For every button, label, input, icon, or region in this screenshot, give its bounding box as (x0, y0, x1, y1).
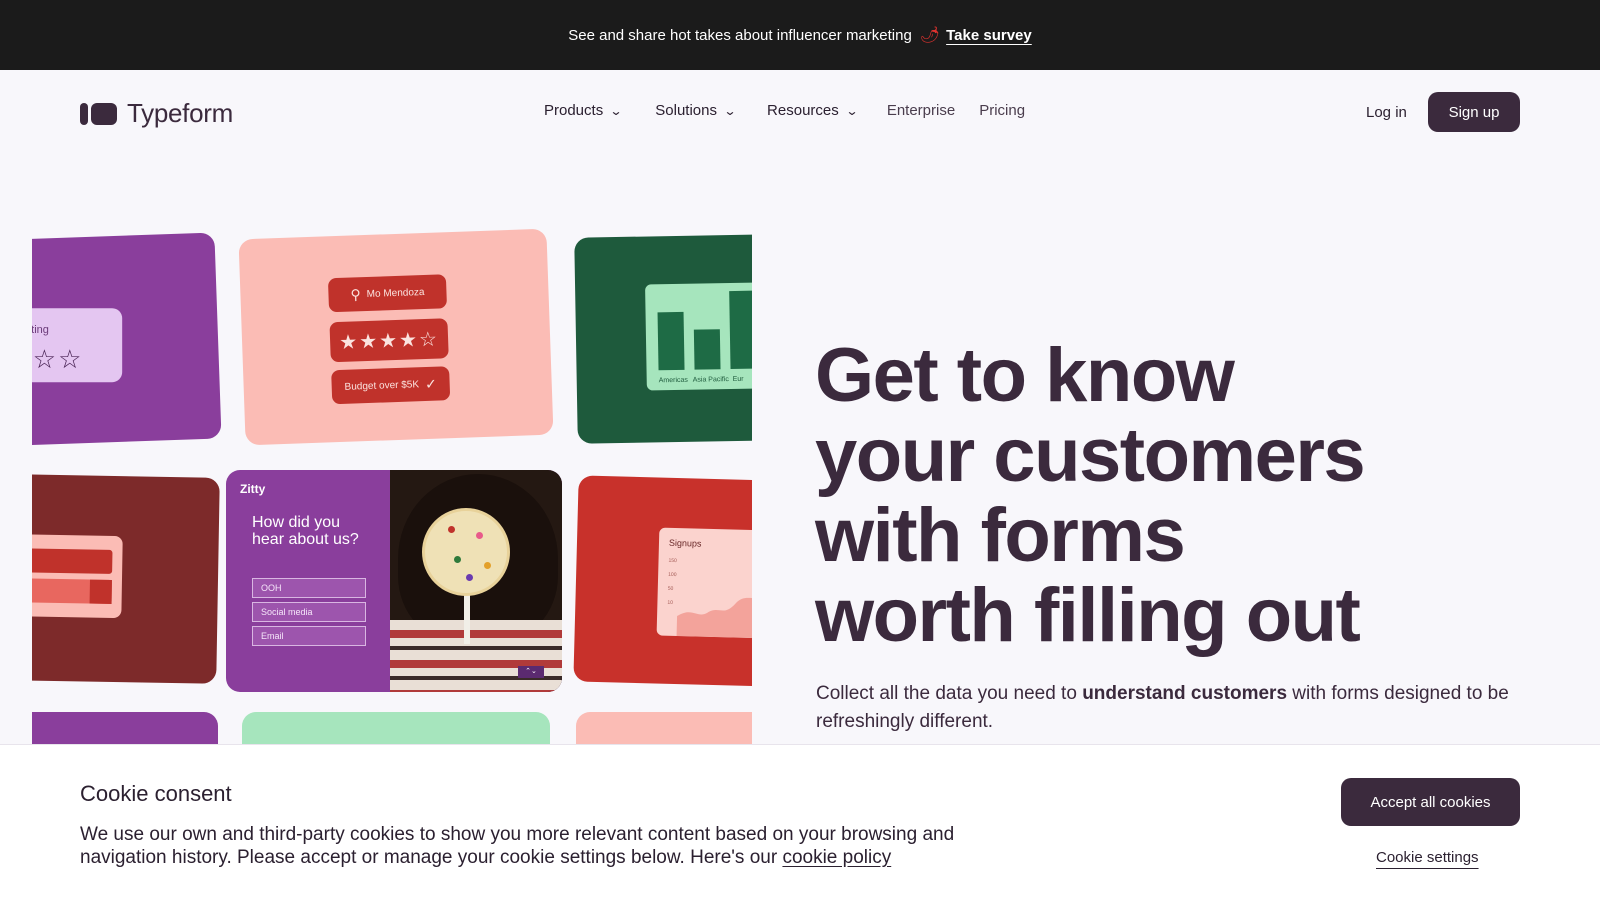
chevron-down-icon: ⌄ (845, 103, 859, 118)
signups-tick: 150 (668, 557, 677, 565)
nav-solutions-label: Solutions (655, 102, 717, 119)
cookie-consent-bar: Cookie consent We use our own and third-… (0, 744, 1600, 900)
chevron-down-icon: ⌄ (609, 103, 623, 118)
chart-axis-label: Americas (658, 376, 688, 385)
survey-option: Email (252, 626, 366, 646)
chart-axis-label: Eur (732, 375, 744, 384)
survey-brand: Zitty (240, 482, 266, 496)
typeform-logo-icon (80, 102, 117, 125)
survey-photo: ⌃⌄ (390, 470, 562, 692)
chart-bar (729, 290, 752, 370)
chart-bar (693, 329, 721, 370)
cookie-consent-title: Cookie consent (80, 781, 232, 806)
hero-collage: erage rating ★★☆☆ ⚲ Mo Mendoza ★★★★☆ Bud… (32, 220, 752, 746)
stars-pill-value: ★★★★☆ (338, 328, 440, 354)
budget-pill-label: Budget over $5K (344, 378, 420, 393)
contact-pill: ⚲ Mo Mendoza (327, 274, 448, 313)
signups-area-chart (676, 582, 752, 639)
chevron-down-icon: ⌄ (723, 103, 737, 118)
hero-headline-line: your customers (815, 413, 1366, 498)
collage-tile (32, 712, 218, 746)
collage-tile (242, 712, 550, 746)
contact-name: Mo Mendoza (366, 286, 425, 300)
survey-form: Zitty How did you hear about us? OOH Soc… (226, 470, 390, 692)
hero-headline-line: Get to know (815, 333, 1235, 418)
chart-bar (657, 311, 685, 371)
budget-pill: Budget over $5K ✓ (331, 366, 451, 405)
nav-enterprise[interactable]: Enterprise (887, 102, 955, 119)
nav-products-label: Products (544, 102, 604, 119)
bar-row (32, 548, 113, 574)
cookie-policy-link[interactable]: cookie policy (782, 847, 891, 868)
typeform-logo[interactable]: Typeform (80, 98, 233, 129)
cookie-consent-text: We use our own and third-party cookies t… (80, 823, 980, 869)
collage-tile-rating: erage rating ★★☆☆ (32, 232, 222, 446)
nav-products[interactable]: Products ⌄ (544, 102, 623, 119)
hero-subheading: Collect all the data you need to underst… (816, 680, 1516, 736)
main-nav: Products ⌄ Solutions ⌄ Resources ⌄ Enter… (544, 102, 1025, 119)
bar-row (32, 578, 112, 604)
rating-card: erage rating ★★☆☆ (32, 308, 123, 383)
collage-tile (576, 712, 752, 746)
logo-text: Typeform (127, 98, 233, 128)
nav-pricing-label: Pricing (979, 102, 1026, 119)
collage-tile-contact: ⚲ Mo Mendoza ★★★★☆ Budget over $5K ✓ (238, 228, 554, 446)
collage-tile-survey: Zitty How did you hear about us? OOH Soc… (226, 470, 562, 692)
banner-text: See and share hot takes about influencer… (568, 26, 912, 44)
collage-tile-signups: Signups 150 100 50 10 (573, 475, 752, 687)
collage-tile-chart: Americas Asia Pacific Eur (574, 234, 752, 444)
hero-headline: Get to know your customers with forms wo… (815, 336, 1515, 656)
nav-pricing[interactable]: Pricing (979, 102, 1025, 119)
nav-resources-label: Resources (767, 102, 839, 119)
collage-tile-bars (32, 474, 220, 684)
announcement-banner: See and share hot takes about influencer… (0, 0, 1600, 70)
cookie-settings-link[interactable]: Cookie settings (1376, 849, 1479, 866)
rating-stars: ★★☆☆ (32, 344, 84, 375)
hero-headline-line: worth filling out (815, 573, 1361, 658)
stars-pill: ★★★★☆ (329, 318, 449, 363)
chili-pepper-icon: 🌶 (919, 27, 941, 44)
nav-resources[interactable]: Resources ⌄ (767, 102, 859, 119)
nav-solutions[interactable]: Solutions ⌄ (655, 102, 737, 119)
horizontal-bars-card (32, 533, 123, 619)
hero-sub-text: Collect all the data you need to (816, 683, 1083, 704)
survey-question: How did you hear about us? (252, 514, 359, 548)
site-header: Typeform Products ⌄ Solutions ⌄ Resource… (0, 70, 1600, 158)
nav-enterprise-label: Enterprise (886, 102, 956, 119)
hero-headline-line: with forms (815, 493, 1186, 578)
survey-option: OOH (252, 578, 366, 598)
take-survey-link[interactable]: Take survey (946, 27, 1032, 44)
bar-chart-card: Americas Asia Pacific Eur (645, 282, 752, 391)
login-link[interactable]: Log in (1366, 104, 1407, 121)
rating-label: erage rating (32, 324, 49, 337)
person-icon: ⚲ (350, 285, 361, 303)
checkmark-icon: ✓ (424, 375, 438, 392)
survey-option: Social media (252, 602, 366, 622)
signup-button[interactable]: Sign up (1428, 92, 1520, 132)
hero-sub-bold: understand customers (1082, 683, 1288, 704)
signups-title: Signups (668, 537, 702, 549)
arrow-controls-icon: ⌃⌄ (518, 666, 544, 678)
accept-all-cookies-button[interactable]: Accept all cookies (1341, 778, 1520, 826)
cookie-lollipop-image (422, 508, 510, 596)
signups-chart-card: Signups 150 100 50 10 (656, 527, 752, 639)
chart-axis-label: Asia Pacific (692, 376, 729, 384)
